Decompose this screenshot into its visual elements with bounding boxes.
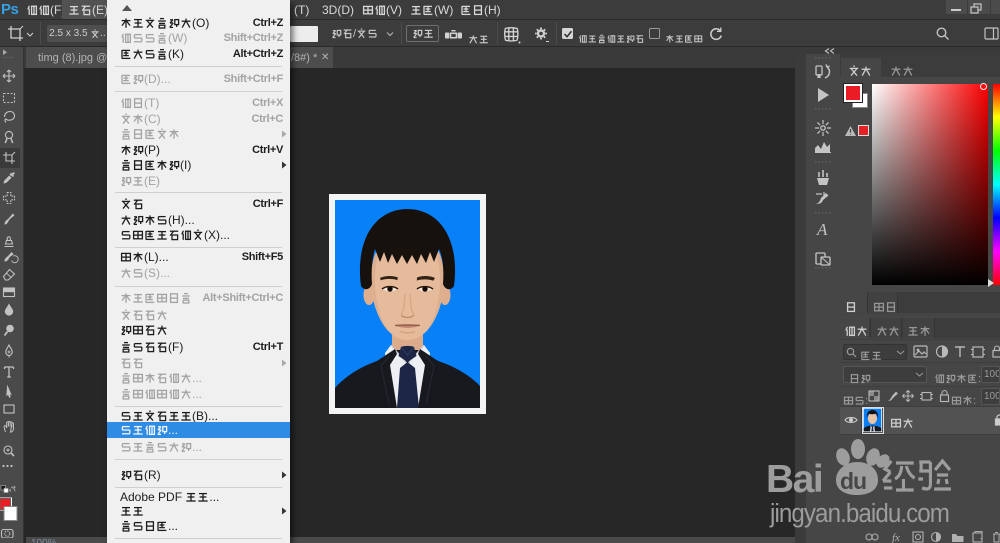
svg-text:fx: fx (892, 532, 900, 543)
svg-text:A: A (816, 220, 828, 239)
svg-text:du: du (840, 468, 866, 494)
svg-text:jingyan.baidu.com: jingyan.baidu.com (769, 499, 949, 528)
svg-text:Bai: Bai (766, 458, 822, 501)
